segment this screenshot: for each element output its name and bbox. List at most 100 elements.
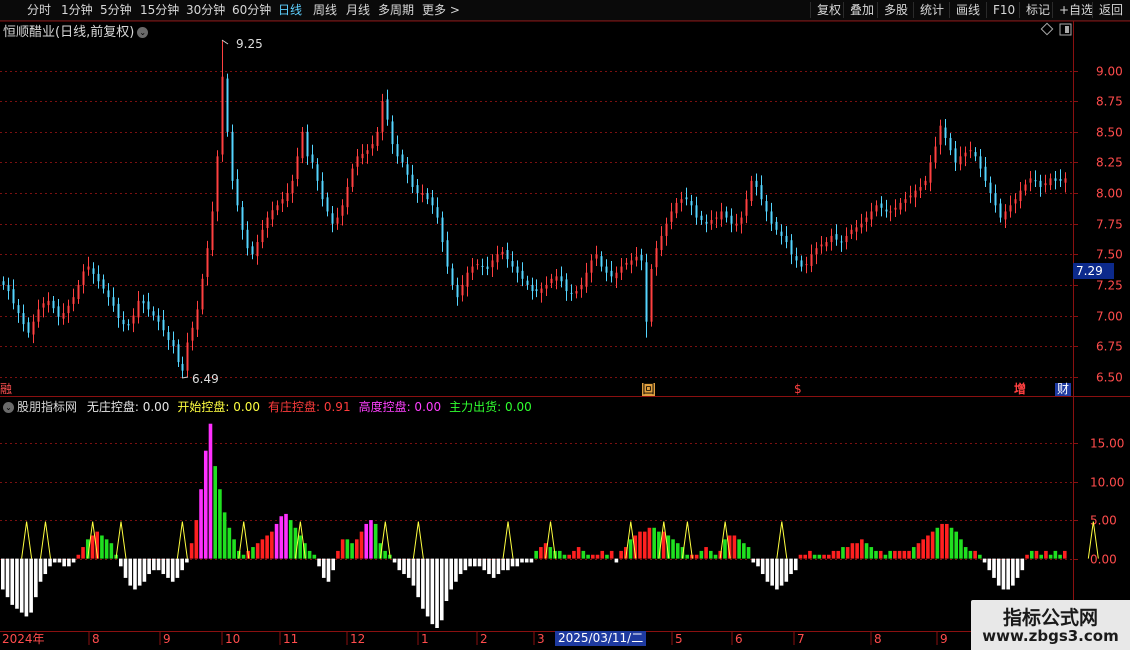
indicator-bar (100, 535, 104, 559)
indicator-bar (888, 550, 892, 559)
indicator-bar (307, 550, 312, 559)
pane-control-icons[interactable] (1040, 22, 1072, 36)
price-tick-label: 7.50 (1096, 248, 1123, 262)
candle-body (805, 264, 808, 266)
indicator-bar (784, 558, 789, 582)
indicator-bar (62, 558, 66, 567)
indicator-bar (331, 558, 335, 571)
indicator-bar (170, 558, 175, 582)
candle-body (660, 235, 663, 251)
candle-body (934, 146, 937, 163)
finance-marker[interactable]: 财 (1055, 383, 1072, 396)
indicator-bar (746, 547, 751, 559)
candle-body (969, 150, 972, 152)
indicator-bar (128, 558, 133, 586)
candle-body (560, 276, 563, 282)
price-tick-label: 8.25 (1096, 156, 1123, 170)
indicator-bar (1044, 550, 1048, 559)
margin-marker[interactable]: 融 (0, 383, 12, 396)
chart-area[interactable]: 15.0010.005.000.00 9.008.758.508.258.007… (0, 0, 1130, 650)
candle-body (670, 211, 673, 222)
candle-body (800, 260, 803, 267)
increase-marker[interactable]: 增 (1014, 383, 1026, 396)
candle-body (421, 193, 424, 195)
indicator-bar (1025, 554, 1029, 559)
candle-body (167, 332, 170, 341)
indicator-value-1: 开始控盘: 0.00 (177, 400, 260, 414)
candle-body (246, 229, 249, 249)
indicator-value-4: 主力出货: 0.00 (449, 400, 532, 414)
candle-body (47, 300, 50, 306)
candle-body (865, 217, 868, 222)
indicator-bar (487, 558, 491, 575)
indicator-bar (883, 554, 888, 559)
candle-body (984, 166, 987, 181)
candle-body (22, 313, 25, 325)
indicator-bar (496, 558, 501, 575)
indicator-bar (586, 554, 590, 559)
indicator-bar (156, 558, 161, 571)
candle-body (436, 207, 439, 218)
indicator-bar (161, 558, 166, 575)
candle-body (585, 272, 588, 287)
indicator-bar (350, 543, 354, 559)
candle-body (540, 288, 543, 293)
candle-body (107, 290, 110, 298)
indicator-bar (860, 539, 864, 559)
indicator-bar (166, 558, 170, 578)
candle-body (855, 227, 858, 232)
candle-body (655, 248, 658, 268)
candle-body (316, 164, 319, 181)
candle-body (590, 260, 593, 273)
candle-body (526, 280, 529, 285)
indicator-bar (222, 512, 227, 559)
current-price-tag: 7.29 (1073, 263, 1114, 279)
candle-body (506, 250, 509, 260)
indicator-bar (473, 558, 477, 567)
candle-body (795, 256, 798, 261)
indicator-bar (539, 547, 543, 559)
candle-body (1039, 180, 1042, 187)
candle-body (196, 309, 199, 330)
indicator-bar (595, 554, 600, 559)
x-tick-label: 8 (874, 632, 882, 646)
indicator-bar (298, 535, 302, 559)
candle-body (1034, 180, 1037, 182)
candle-body (371, 144, 374, 149)
x-tick-label: 8 (92, 632, 100, 646)
indicator-bar (638, 531, 642, 559)
indicator-bar (90, 535, 95, 559)
indicator-bar (760, 558, 765, 575)
indicator-bar (29, 558, 33, 613)
x-tick-label: 1 (421, 632, 429, 646)
review-marker[interactable]: 回 (642, 383, 655, 396)
indicator-bar (841, 547, 845, 559)
candle-body (336, 217, 339, 224)
price-tick-label: 7.00 (1096, 310, 1123, 324)
indicator-name: 股朋指标网 (17, 400, 78, 414)
indicator-bar (878, 550, 883, 559)
indicator-bar (642, 531, 647, 559)
candle-body (261, 229, 264, 243)
candle-body (501, 251, 504, 255)
indicator-bar (81, 547, 85, 559)
indicator-bar (699, 550, 704, 559)
indicator-bar (959, 539, 963, 559)
candle-body (755, 180, 758, 187)
indicator-bar (312, 554, 317, 559)
candle-body (122, 319, 125, 325)
indicator-bar (175, 558, 180, 578)
indicator-tick-label: 10.00 (1090, 476, 1124, 490)
dividend-marker[interactable]: $ (794, 383, 802, 396)
candle-body (401, 154, 404, 163)
candle-body (710, 220, 713, 224)
indicator-bar (439, 558, 444, 621)
indicator-bar (279, 516, 284, 559)
indicator-bar (458, 558, 463, 575)
candle-body (765, 201, 768, 212)
indicator-bar (345, 539, 350, 559)
indicator-bar (798, 554, 803, 559)
indicator-bar (916, 543, 921, 559)
indicator-bar (355, 539, 359, 559)
chevron-down-icon[interactable]: ⌄ (3, 402, 14, 413)
